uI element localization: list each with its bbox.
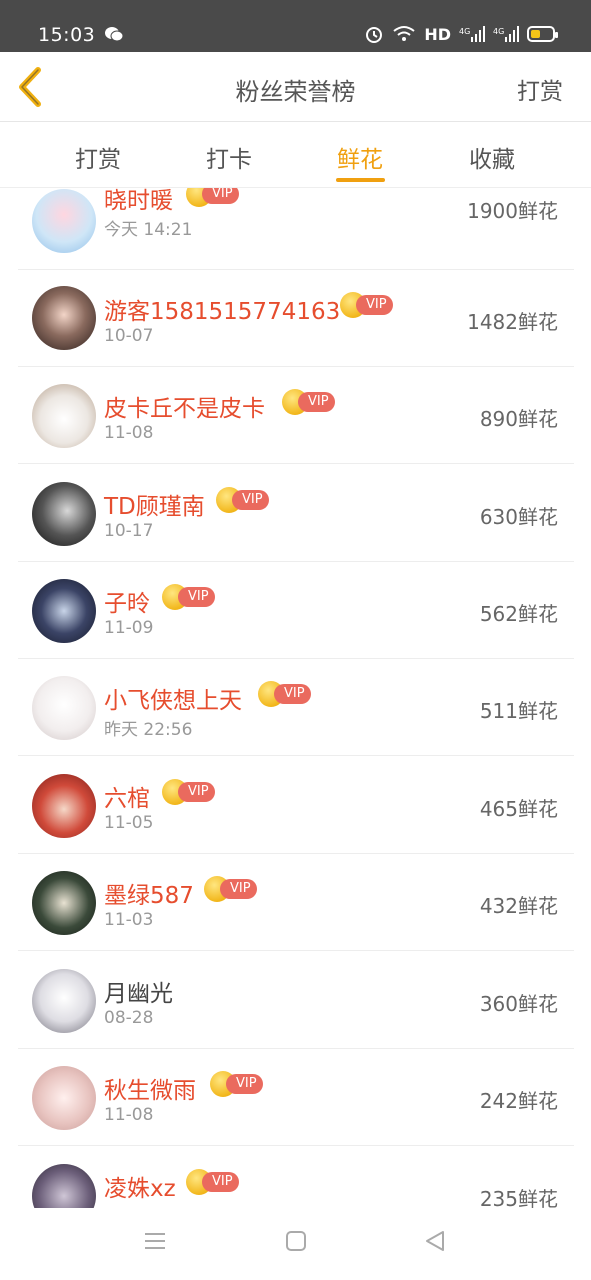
vip-label: VIP: [274, 684, 311, 704]
fan-name: 凌姝xz: [104, 1176, 176, 1202]
fan-name: 月幽光: [104, 981, 173, 1007]
flower-count: 511鲜花: [479, 699, 558, 723]
vip-label: VIP: [178, 782, 215, 802]
vip-label: VIP: [202, 1172, 239, 1192]
avatar: [32, 969, 96, 1033]
fan-date: 今天 14:21: [104, 220, 193, 240]
vip-label: VIP: [226, 1074, 263, 1094]
fan-name: 墨绿587: [104, 883, 194, 909]
fan-row[interactable]: 六棺 VIP 11-05 465鲜花: [18, 757, 574, 854]
status-time: 15:03: [38, 24, 96, 46]
alarm-icon: [366, 27, 383, 43]
flower-count: 465鲜花: [479, 797, 558, 821]
avatar: [32, 1066, 96, 1130]
fan-row[interactable]: 子昤 VIP 11-09 562鲜花: [18, 562, 574, 659]
fan-list[interactable]: 晓时暖 VIP 今天 14:21 1900鲜花 游客1581515774163 …: [0, 188, 591, 1208]
tab-bar: 打赏 打卡 鲜花 收藏: [0, 122, 591, 188]
fan-date: 11-05: [104, 813, 154, 833]
fan-row[interactable]: 墨绿587 VIP 11-03 432鲜花: [18, 854, 574, 951]
fan-row[interactable]: 秋生微雨 VIP 11-08 242鲜花: [18, 1049, 574, 1146]
flower-count: 235鲜花: [479, 1187, 558, 1208]
fan-row[interactable]: 凌姝xz VIP 235鲜花: [18, 1147, 574, 1208]
fan-name: 六棺: [104, 786, 150, 812]
network-label: HD: [424, 24, 451, 44]
tab-reward[interactable]: 打赏: [75, 140, 121, 174]
avatar: [32, 1164, 96, 1208]
svg-text:4G: 4G: [493, 27, 504, 36]
flower-count: 630鲜花: [479, 505, 558, 529]
vip-label: VIP: [298, 392, 335, 412]
active-tab-indicator: [336, 178, 385, 182]
flower-count: 1482鲜花: [467, 310, 558, 334]
fan-date: 10-07: [104, 326, 154, 346]
home-icon[interactable]: [285, 1230, 307, 1252]
vip-label: VIP: [232, 490, 269, 510]
fan-row[interactable]: 晓时暖 VIP 今天 14:21 1900鲜花: [18, 188, 574, 270]
back-triangle-icon[interactable]: [424, 1230, 446, 1252]
flower-count: 562鲜花: [479, 602, 558, 626]
system-nav-bar: [0, 1208, 591, 1280]
flower-count: 890鲜花: [479, 407, 558, 431]
fan-date: 11-09: [104, 618, 154, 638]
avatar: [32, 286, 96, 350]
avatar: [32, 189, 96, 253]
fan-row[interactable]: 小飞侠想上天 VIP 昨天 22:56 511鲜花: [18, 659, 574, 756]
fan-row[interactable]: 皮卡丘不是皮卡 VIP 11-08 890鲜花: [18, 367, 574, 464]
avatar: [32, 774, 96, 838]
fan-name: 秋生微雨: [104, 1078, 196, 1104]
tab-flowers[interactable]: 鲜花: [337, 140, 383, 174]
fan-date: 08-28: [104, 1008, 154, 1028]
vip-label: VIP: [356, 295, 393, 315]
fan-date: 11-08: [104, 1105, 154, 1125]
fan-date: 10-17: [104, 521, 154, 541]
tab-checkin[interactable]: 打卡: [206, 140, 252, 174]
fan-name: 皮卡丘不是皮卡: [104, 396, 265, 422]
wechat-icon: [105, 27, 124, 42]
flower-count: 1900鲜花: [467, 199, 558, 223]
avatar: [32, 482, 96, 546]
avatar: [32, 871, 96, 935]
fan-row[interactable]: 月幽光 08-28 360鲜花: [18, 952, 574, 1049]
avatar: [32, 676, 96, 740]
svg-text:4G: 4G: [459, 27, 470, 36]
vip-label: VIP: [202, 188, 239, 204]
menu-icon[interactable]: [144, 1230, 166, 1252]
vip-label: VIP: [220, 879, 257, 899]
fan-row[interactable]: TD顾瑾南 VIP 10-17 630鲜花: [18, 465, 574, 562]
fan-honor-page: 15:03 HD 4G 4G 粉丝荣誉榜 打赏 打赏 打卡 鲜花 收藏 晓时暖 …: [0, 0, 591, 1280]
page-title: 粉丝荣誉榜: [235, 78, 356, 106]
fan-row[interactable]: 游客1581515774163 VIP 10-07 1482鲜花: [18, 270, 574, 367]
fan-date: 昨天 22:56: [104, 720, 193, 740]
battery-cap: [555, 32, 558, 38]
fan-name: 子昤: [104, 591, 150, 617]
tab-favorites[interactable]: 收藏: [469, 140, 515, 174]
fan-name: TD顾瑾南: [104, 494, 205, 520]
fan-name: 小飞侠想上天: [104, 688, 242, 714]
wifi-icon: [393, 26, 415, 41]
fan-name: 游客1581515774163: [104, 299, 341, 325]
fan-name: 晓时暖: [104, 188, 173, 214]
signal-4g-icon: 4G: [459, 26, 485, 42]
avatar: [32, 384, 96, 448]
flower-count: 360鲜花: [479, 992, 558, 1016]
fan-date: 11-08: [104, 423, 154, 443]
flower-count: 242鲜花: [479, 1089, 558, 1113]
battery-level: [531, 30, 540, 38]
vip-label: VIP: [178, 587, 215, 607]
status-icons: HD 4G 4G: [364, 24, 558, 44]
avatar: [32, 579, 96, 643]
nav-bar: 粉丝荣誉榜 打赏: [0, 52, 591, 122]
fan-date: 11-03: [104, 910, 154, 930]
signal-4g-icon-2: 4G: [493, 26, 519, 42]
battery-icon: [527, 26, 558, 42]
flower-count: 432鲜花: [479, 894, 558, 918]
reward-button[interactable]: 打赏: [517, 72, 563, 106]
status-bar: 15:03 HD 4G 4G: [0, 0, 591, 52]
